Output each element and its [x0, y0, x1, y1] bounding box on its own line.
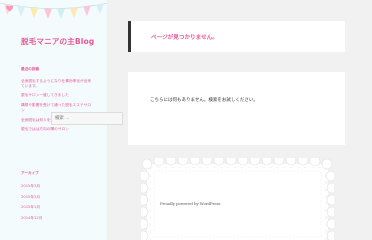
- archive-link[interactable]: 2015年3月: [21, 184, 81, 189]
- archive-title: アーカイブ: [21, 171, 39, 175]
- page-header-card: ページが見つかりません。: [128, 21, 345, 52]
- archive-list: 2015年3月 2015年2月 2015年1月 2014年12月: [21, 184, 81, 227]
- archive-link[interactable]: 2014年12月: [21, 216, 81, 221]
- not-found-message: こちらには何もありません。検索をお試しください。: [150, 98, 258, 103]
- footer-credit[interactable]: Proudly powered by WordPress: [160, 201, 220, 206]
- search-input[interactable]: [51, 112, 123, 125]
- recent-posts-title: 最近の投稿: [21, 67, 39, 71]
- page-title: ページが見つかりません。: [151, 34, 218, 41]
- page-content-card: こちらには何もありません。検索をお試しください。: [128, 72, 345, 145]
- recent-post-link[interactable]: 脱毛ではは方向の関のサロン: [21, 127, 93, 132]
- bunting-decoration: [0, 2, 107, 19]
- recent-post-link[interactable]: 脱毛サロン一度してきました: [21, 93, 93, 98]
- archive-link[interactable]: 2015年2月: [21, 195, 81, 200]
- site-title[interactable]: 脱毛マニアの主Blog: [21, 36, 94, 47]
- lace-doily-footer: [141, 158, 334, 240]
- recent-posts-list: 全身脱毛するようになり仕事効率化が出来ています。 脱毛サロン一度してきました 構…: [21, 79, 93, 137]
- recent-post-link[interactable]: 全身脱毛するようになり仕事効率化が出来ています。: [21, 79, 93, 88]
- archive-link[interactable]: 2015年1月: [21, 205, 81, 210]
